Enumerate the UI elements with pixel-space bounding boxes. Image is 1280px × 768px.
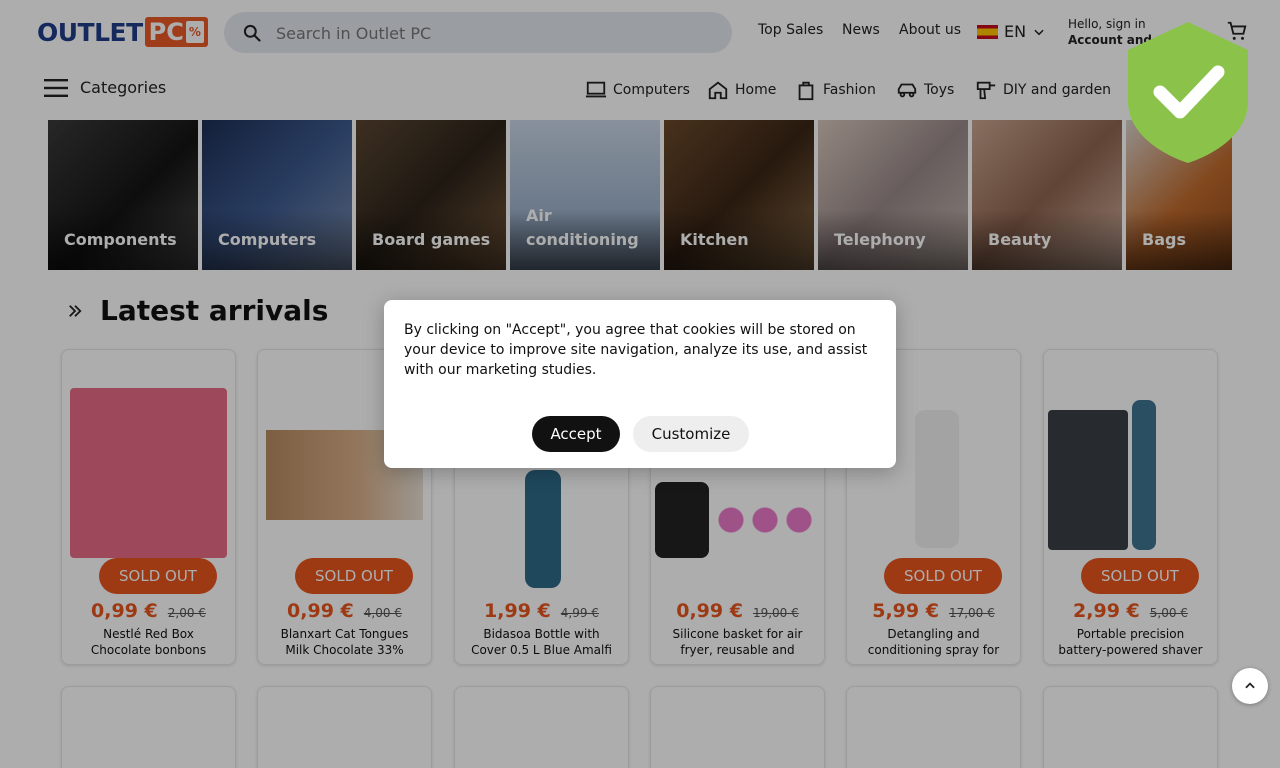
chevron-up-icon: [1245, 682, 1255, 689]
cookie-consent-dialog: By clicking on "Accept", you agree that …: [384, 300, 896, 468]
customize-cookies-button[interactable]: Customize: [633, 416, 749, 452]
accept-cookies-button[interactable]: Accept: [532, 416, 620, 452]
scroll-to-top-button[interactable]: [1232, 668, 1268, 704]
cookie-text: By clicking on "Accept", you agree that …: [404, 322, 868, 378]
trust-badge-shield-icon[interactable]: [1126, 20, 1250, 165]
